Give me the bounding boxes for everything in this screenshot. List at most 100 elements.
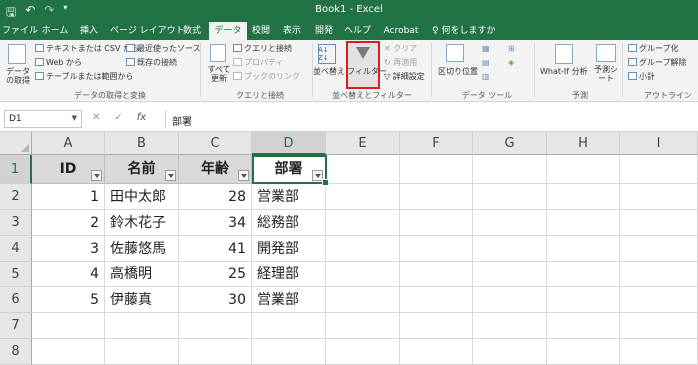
table-cell[interactable]: 開発部 — [252, 236, 326, 262]
empty-cell[interactable] — [473, 210, 547, 236]
tab-file[interactable]: ファイル — [2, 22, 38, 40]
empty-cell[interactable] — [473, 339, 547, 365]
empty-cell[interactable] — [32, 339, 105, 365]
empty-cell[interactable] — [547, 313, 620, 339]
flash-fill-icon[interactable]: ▦ — [482, 44, 490, 54]
table-cell[interactable]: 伊藤真 — [105, 287, 179, 313]
tab-data[interactable]: データ — [209, 22, 247, 40]
row-header-2[interactable]: 2 — [0, 184, 32, 210]
forecast-sheet-button[interactable]: 予測シート — [594, 65, 618, 83]
empty-cell[interactable] — [547, 262, 620, 287]
empty-cell[interactable] — [473, 236, 547, 262]
tab-review[interactable]: 校閲 — [250, 22, 272, 40]
row-header-4[interactable]: 4 — [0, 236, 32, 262]
filter-button[interactable]: フィルター — [346, 41, 387, 89]
existing-connections-button[interactable]: 既存の接続 — [126, 58, 177, 68]
header-cell-department[interactable]: 部署 — [252, 155, 326, 184]
empty-cell[interactable] — [326, 236, 400, 262]
header-cell-name[interactable]: 名前 — [105, 155, 179, 184]
empty-cell[interactable] — [473, 262, 547, 287]
subtotal-button[interactable]: 小計 — [628, 72, 655, 82]
empty-cell[interactable] — [620, 236, 698, 262]
empty-cell[interactable] — [473, 155, 547, 184]
empty-cell[interactable] — [326, 155, 400, 184]
empty-cell[interactable] — [400, 339, 473, 365]
empty-cell[interactable] — [547, 184, 620, 210]
queries-connections-button[interactable]: クエリと接続 — [233, 44, 292, 54]
tab-acrobat[interactable]: Acrobat — [382, 22, 420, 40]
tab-page-layout[interactable]: ページ レイアウト — [110, 22, 185, 40]
recent-sources-button[interactable]: 最近使ったソース — [126, 44, 201, 54]
empty-cell[interactable] — [326, 262, 400, 287]
column-header-d[interactable]: D — [252, 132, 326, 155]
empty-cell[interactable] — [547, 155, 620, 184]
empty-cell[interactable] — [326, 339, 400, 365]
tab-insert[interactable]: 挿入 — [76, 22, 102, 40]
table-cell[interactable]: 2 — [32, 210, 105, 236]
sort-button[interactable]: 並べ替え — [313, 67, 345, 77]
formula-input[interactable]: 部署 — [165, 110, 695, 128]
properties-button[interactable]: プロパティ — [233, 58, 284, 68]
column-header-e[interactable]: E — [326, 132, 400, 155]
empty-cell[interactable] — [326, 313, 400, 339]
empty-cell[interactable] — [620, 155, 698, 184]
empty-cell[interactable] — [252, 313, 326, 339]
column-header-f[interactable]: F — [400, 132, 473, 155]
empty-cell[interactable] — [179, 313, 252, 339]
empty-cell[interactable] — [32, 313, 105, 339]
table-cell[interactable]: 高橋明 — [105, 262, 179, 287]
table-cell[interactable]: 25 — [179, 262, 252, 287]
empty-cell[interactable] — [620, 287, 698, 313]
what-if-button[interactable]: What-If 分析 — [540, 67, 588, 77]
empty-cell[interactable] — [547, 236, 620, 262]
worksheet-grid[interactable]: A B C D E F G H I 1 2 3 4 5 6 7 8 ID 名前 … — [0, 132, 698, 365]
tab-developer[interactable]: 開発 — [312, 22, 336, 40]
tell-me-search[interactable]: ♀ 何をしますか — [432, 22, 496, 40]
empty-cell[interactable] — [326, 287, 400, 313]
table-cell[interactable]: 4 — [32, 262, 105, 287]
filter-dropdown-icon[interactable] — [165, 170, 176, 181]
column-header-a[interactable]: A — [32, 132, 105, 155]
clear-button[interactable]: ✕ クリア — [384, 44, 417, 54]
empty-cell[interactable] — [620, 339, 698, 365]
table-cell[interactable]: 41 — [179, 236, 252, 262]
table-cell[interactable]: 鈴木花子 — [105, 210, 179, 236]
empty-cell[interactable] — [252, 339, 326, 365]
tab-view[interactable]: 表示 — [280, 22, 304, 40]
data-validation-icon[interactable]: ▥ — [482, 72, 490, 82]
empty-cell[interactable] — [105, 339, 179, 365]
table-cell[interactable]: 30 — [179, 287, 252, 313]
filter-dropdown-icon[interactable] — [238, 170, 249, 181]
edit-links-button[interactable]: ブックのリンク — [233, 72, 300, 82]
refresh-all-button[interactable]: すべて更新 — [205, 65, 233, 83]
table-cell[interactable]: 28 — [179, 184, 252, 210]
get-data-button[interactable]: データの取得 — [5, 67, 31, 85]
insert-function-icon[interactable]: fx — [137, 112, 146, 123]
remove-duplicates-icon[interactable]: ▤ — [482, 58, 490, 68]
cancel-icon[interactable]: ✕ — [92, 112, 100, 123]
select-all-button[interactable] — [0, 132, 32, 155]
empty-cell[interactable] — [326, 184, 400, 210]
ungroup-button[interactable]: グループ解除 — [628, 58, 687, 68]
text-csv-button[interactable]: テキストまたは CSV から — [35, 44, 139, 54]
advanced-filter-button[interactable]: ▽ 詳細設定 — [384, 72, 425, 82]
empty-cell[interactable] — [620, 184, 698, 210]
table-cell[interactable]: 営業部 — [252, 287, 326, 313]
enter-icon[interactable]: ✓ — [114, 112, 122, 123]
table-cell[interactable]: 佐藤悠馬 — [105, 236, 179, 262]
consolidate-icon[interactable]: ⊞ — [508, 44, 515, 54]
empty-cell[interactable] — [620, 262, 698, 287]
empty-cell[interactable] — [105, 313, 179, 339]
row-header-6[interactable]: 6 — [0, 287, 32, 313]
row-header-8[interactable]: 8 — [0, 339, 32, 365]
table-cell[interactable]: 5 — [32, 287, 105, 313]
empty-cell[interactable] — [620, 210, 698, 236]
table-cell[interactable]: 1 — [32, 184, 105, 210]
name-box[interactable]: D1 ▼ — [4, 110, 82, 128]
table-cell[interactable]: 34 — [179, 210, 252, 236]
table-cell[interactable]: 田中太郎 — [105, 184, 179, 210]
header-cell-age[interactable]: 年齢 — [179, 155, 252, 184]
column-header-h[interactable]: H — [547, 132, 620, 155]
text-to-columns-button[interactable]: 区切り位置 — [438, 67, 478, 77]
empty-cell[interactable] — [179, 339, 252, 365]
